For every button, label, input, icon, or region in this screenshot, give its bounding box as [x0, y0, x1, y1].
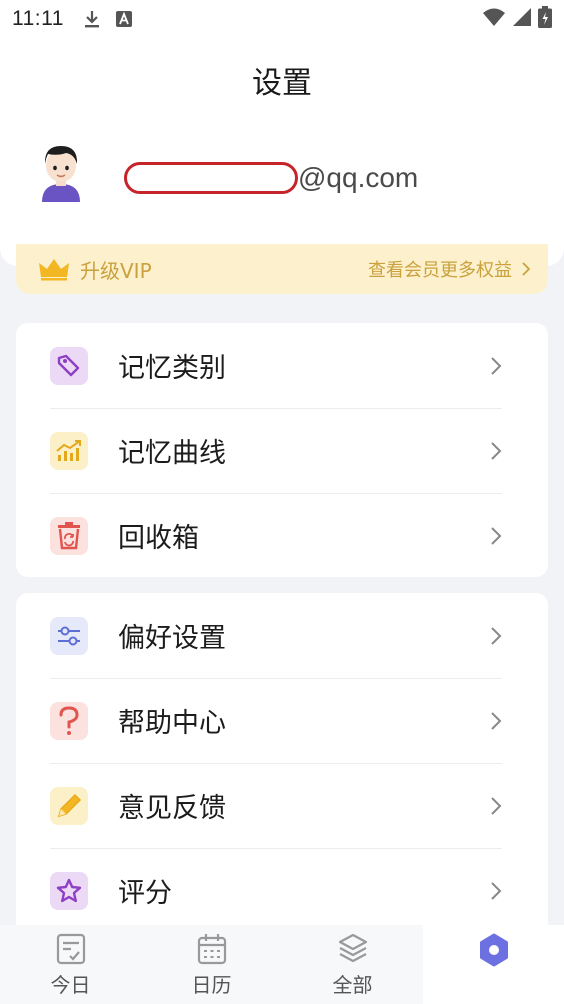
settings-icon	[479, 933, 508, 967]
chevron-right-icon	[491, 881, 502, 900]
row-recycle-bin[interactable]: 回收箱	[16, 493, 548, 578]
battery-icon	[538, 6, 552, 32]
chevron-right-icon	[491, 526, 502, 545]
tab-all[interactable]: 全部	[282, 925, 423, 1004]
vip-benefits-link[interactable]: 查看会员更多权益	[368, 256, 530, 282]
calendar-icon	[197, 934, 226, 965]
status-bar: 11:11	[0, 0, 564, 38]
tab-label: 今日	[50, 973, 91, 997]
row-label: 回收箱	[118, 523, 199, 554]
avatar[interactable]	[36, 140, 86, 202]
chevron-right-icon	[491, 441, 502, 460]
email-suffix: @qq.com	[298, 162, 419, 193]
row-preferences[interactable]: 偏好设置	[16, 593, 548, 678]
tab-today[interactable]: 今日	[0, 925, 141, 1004]
row-label: 偏好设置	[118, 623, 226, 654]
star-icon	[50, 871, 88, 910]
row-label: 记忆类别	[118, 353, 226, 384]
chart-icon	[50, 431, 88, 470]
row-help-center[interactable]: 帮助中心	[16, 678, 548, 763]
tab-label: 全部	[332, 973, 373, 997]
layers-icon	[338, 933, 367, 963]
bottom-tab-bar: 今日 日历 全部	[0, 925, 564, 1004]
status-time: 11:11	[12, 7, 64, 30]
vip-label: 升级VIP	[80, 258, 152, 283]
chevron-right-icon	[491, 796, 502, 815]
row-label: 意见反馈	[118, 793, 226, 824]
settings-group-1: 记忆类别 记忆曲线 回收箱	[16, 323, 548, 577]
download-icon	[84, 9, 100, 29]
a-notification-icon	[115, 11, 132, 27]
tab-label: 日历	[191, 973, 232, 997]
chevron-right-icon	[491, 626, 502, 645]
row-feedback[interactable]: 意见反馈	[16, 763, 548, 848]
question-icon	[50, 701, 88, 740]
row-label: 评分	[118, 878, 172, 909]
chevron-right-icon	[522, 262, 530, 276]
page-title: 设置	[252, 66, 312, 101]
signal-icon	[512, 7, 532, 31]
row-rating[interactable]: 评分	[16, 848, 548, 933]
row-label: 帮助中心	[118, 708, 226, 739]
chevron-right-icon	[491, 356, 502, 375]
settings-group-2: 偏好设置 帮助中心 意见反馈 评分	[16, 593, 548, 933]
chevron-right-icon	[491, 711, 502, 730]
pencil-icon	[50, 786, 88, 825]
wifi-icon	[482, 7, 506, 31]
vip-link-text: 查看会员更多权益	[368, 260, 512, 281]
crown-icon	[38, 257, 70, 281]
tag-icon	[50, 346, 88, 385]
row-label: 记忆曲线	[118, 438, 226, 469]
recycle-bin-icon	[50, 516, 88, 555]
row-memory-category[interactable]: 记忆类别	[16, 323, 548, 408]
account-email: @qq.com	[124, 158, 418, 198]
redacted-email-mark	[124, 162, 298, 194]
checklist-icon	[56, 933, 85, 965]
tab-calendar[interactable]: 日历	[141, 925, 282, 1004]
row-memory-curve[interactable]: 记忆曲线	[16, 408, 548, 493]
sliders-icon	[50, 616, 88, 655]
vip-banner[interactable]: 升级VIP 查看会员更多权益	[16, 244, 548, 294]
tab-settings[interactable]	[423, 925, 564, 1004]
